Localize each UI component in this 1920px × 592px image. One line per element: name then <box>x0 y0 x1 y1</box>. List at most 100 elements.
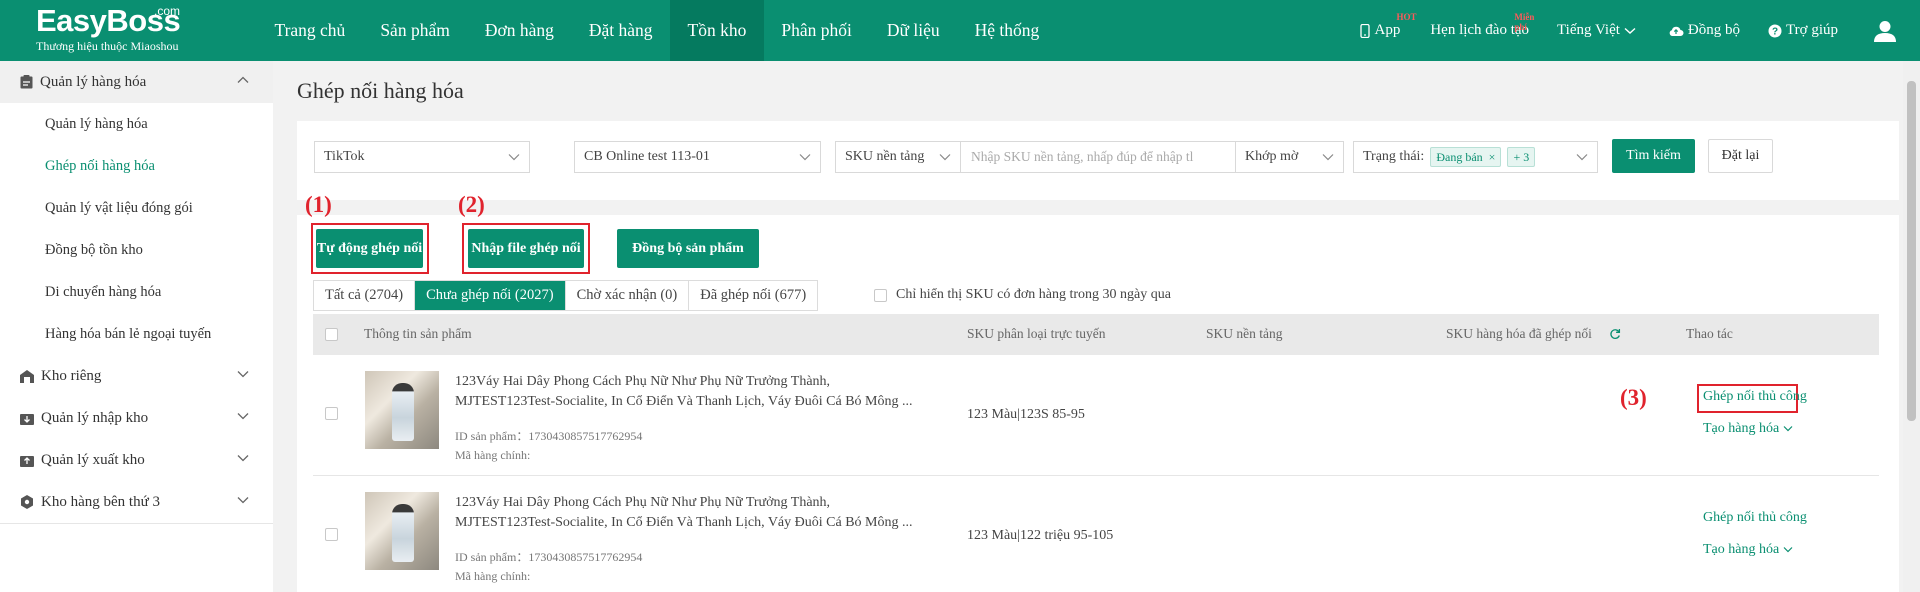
nav-purchase[interactable]: Đặt hàng <box>571 0 670 61</box>
create-goods-dropdown[interactable]: Tạo hàng hóa <box>1703 542 1793 558</box>
sidebar-divider <box>0 523 273 524</box>
sidebar-group-outbound[interactable]: Quản lý xuất kho <box>0 439 273 481</box>
status-tag[interactable]: Đang bán × <box>1430 146 1502 167</box>
only-sku-checkbox[interactable]: Chỉ hiển thị SKU có đơn hàng trong 30 ng… <box>874 287 1171 303</box>
chevron-down-icon <box>1783 547 1793 553</box>
product-name-line2: MJTEST123Test-Socialite, In Cổ Điển Và T… <box>455 515 913 530</box>
sidebar-item-offline-retail[interactable]: Hàng hóa bán lẻ ngoại tuyến <box>0 313 273 355</box>
import-file-button[interactable]: Nhập file ghép nối <box>468 229 584 268</box>
close-icon[interactable]: × <box>1489 150 1496 164</box>
row-checkbox[interactable] <box>325 528 338 541</box>
inbound-icon <box>20 413 34 425</box>
create-goods-label: Tạo hàng hóa <box>1703 421 1780 436</box>
logo[interactable]: EasyBoss .com Thương hiệu thuộc Miaoshou <box>36 4 181 54</box>
product-name[interactable]: 123Váy Hai Dây Phong Cách Phụ Nữ Như Phụ… <box>455 372 925 412</box>
svg-text:?: ? <box>1772 26 1778 37</box>
question-icon: ? <box>1768 24 1782 37</box>
sku-type-value: SKU nền tảng <box>845 149 925 164</box>
warehouse-icon <box>20 369 34 383</box>
third-party-icon <box>21 495 33 509</box>
status-tabs: Tất cả (2704) Chưa ghép nối (2027) Chờ x… <box>313 280 819 311</box>
chevron-down-icon <box>508 154 520 161</box>
reset-button[interactable]: Đặt lại <box>1708 139 1773 173</box>
product-name[interactable]: 123Váy Hai Dây Phong Cách Phụ Nữ Như Phụ… <box>455 493 925 533</box>
main-code: Mã hàng chính: <box>455 448 531 462</box>
chevron-down-icon <box>237 497 249 504</box>
header-online-sku: SKU phân loại trực tuyến <box>967 326 1106 341</box>
training-link[interactable]: Hẹn lịch đào tạo Miễn phí <box>1430 12 1534 39</box>
store-select[interactable]: CB Online test 113-01 <box>574 141 821 173</box>
nav-right: App HOT Hẹn lịch đào tạo Miễn phí Tiếng … <box>1360 0 1920 61</box>
sidebar-item-goods-management[interactable]: Quản lý hàng hóa <box>0 103 273 145</box>
sidebar-group-inbound[interactable]: Quản lý nhập kho <box>0 397 273 439</box>
table-row: 123Váy Hai Dây Phong Cách Phụ Nữ Như Phụ… <box>313 476 1879 592</box>
top-navigation-bar: EasyBoss .com Thương hiệu thuộc Miaoshou… <box>0 0 1920 61</box>
match-mode-value: Khớp mờ <box>1245 149 1299 164</box>
chevron-down-icon <box>1576 154 1588 161</box>
manual-match-link[interactable]: Ghép nối thủ công <box>1703 389 1807 405</box>
language-select[interactable]: Tiếng Việt <box>1557 22 1640 39</box>
tab-unmatched[interactable]: Chưa ghép nối (2027) <box>415 281 566 310</box>
nav-home[interactable]: Trang chủ <box>257 0 363 61</box>
app-link[interactable]: App HOT <box>1360 12 1417 39</box>
product-thumbnail[interactable] <box>365 371 439 449</box>
online-sku-value: 123 Màu|122 triệu 95-105 <box>967 528 1114 543</box>
platform-select[interactable]: TikTok <box>314 141 530 173</box>
logo-com: .com <box>154 4 181 18</box>
nav-inventory[interactable]: Tồn kho <box>670 0 764 61</box>
header-matched-sku: SKU hàng hóa đã ghép nối <box>1446 326 1592 341</box>
product-thumbnail[interactable] <box>365 492 439 570</box>
tab-pending[interactable]: Chờ xác nhận (0) <box>565 281 690 310</box>
table-header: Thông tin sản phẩm SKU phân loại trực tu… <box>313 314 1879 355</box>
nav-system[interactable]: Hệ thống <box>957 0 1057 61</box>
sidebar-group-private-warehouse[interactable]: Kho riêng <box>0 355 273 397</box>
product-id: ID sản phẩm：1730430857517762954 <box>455 550 643 564</box>
cloud-sync-icon <box>1669 26 1684 36</box>
auto-match-button[interactable]: Tự động ghép nối <box>316 229 423 268</box>
status-more-tag: + 3 <box>1507 146 1536 167</box>
scrollbar-thumb[interactable] <box>1907 81 1916 421</box>
create-goods-dropdown[interactable]: Tạo hàng hóa <box>1703 421 1793 437</box>
hot-badge: HOT <box>1396 12 1417 22</box>
sidebar-item-stock-sync[interactable]: Đồng bộ tồn kho <box>0 229 273 271</box>
select-all-checkbox[interactable] <box>325 328 338 341</box>
sync-link[interactable]: Đồng bộ <box>1668 22 1740 39</box>
product-name-line1: 123Váy Hai Dây Phong Cách Phụ Nữ Như Phụ… <box>455 495 831 510</box>
language-label: Tiếng Việt <box>1557 22 1620 38</box>
sku-search-input[interactable]: Nhập SKU nền tảng, nhấp đúp để nhập tl <box>961 141 1235 173</box>
match-mode-select[interactable]: Khớp mờ <box>1235 141 1344 173</box>
platform-value: TikTok <box>324 149 365 164</box>
tab-all[interactable]: Tất cả (2704) <box>314 281 416 310</box>
nav-orders[interactable]: Đơn hàng <box>467 0 571 61</box>
refresh-icon[interactable] <box>1609 328 1621 340</box>
status-tag-text: Đang bán <box>1436 149 1483 164</box>
sku-type-select[interactable]: SKU nền tảng <box>835 141 961 173</box>
tab-matched[interactable]: Đã ghép nối (677) <box>689 281 818 310</box>
chevron-down-icon <box>237 455 249 462</box>
sidebar-item-goods-transfer[interactable]: Di chuyển hàng hóa <box>0 271 273 313</box>
sidebar-item-packaging[interactable]: Quản lý vật liệu đóng gói <box>0 187 273 229</box>
product-name-line2: MJTEST123Test-Socialite, In Cổ Điển Và T… <box>455 394 913 409</box>
help-link[interactable]: ? Trợ giúp <box>1768 22 1838 39</box>
sidebar: Quản lý hàng hóa Quản lý hàng hóa Ghép n… <box>0 61 273 592</box>
sidebar-group-third-party[interactable]: Kho hàng bên thứ 3 <box>0 481 273 523</box>
nav-distribution[interactable]: Phân phối <box>764 0 870 61</box>
chevron-down-icon <box>1624 27 1636 34</box>
page-scrollbar[interactable] <box>1903 61 1920 592</box>
manual-match-link[interactable]: Ghép nối thủ công <box>1703 510 1807 526</box>
nav-data[interactable]: Dữ liệu <box>869 0 957 61</box>
search-button[interactable]: Tìm kiếm <box>1612 139 1695 173</box>
sidebar-group-goods-management[interactable]: Quản lý hàng hóa <box>0 61 273 103</box>
page-title: Ghép nối hàng hóa <box>297 78 464 103</box>
table-row: 123Váy Hai Dây Phong Cách Phụ Nữ Như Phụ… <box>313 355 1879 476</box>
sidebar-group-label: Quản lý hàng hóa <box>40 73 147 90</box>
sync-products-button[interactable]: Đồng bộ sản phẩm <box>617 229 759 268</box>
status-select[interactable]: Trạng thái: Đang bán × + 3 <box>1353 141 1598 173</box>
user-avatar-icon[interactable] <box>1874 20 1896 42</box>
nav-products[interactable]: Sản phẩm <box>363 0 468 61</box>
store-value: CB Online test 113-01 <box>584 149 710 164</box>
checkbox[interactable] <box>874 288 887 302</box>
sidebar-group-label: Quản lý nhập kho <box>41 409 149 426</box>
row-checkbox[interactable] <box>325 407 338 420</box>
sidebar-item-goods-matching[interactable]: Ghép nối hàng hóa <box>0 145 273 187</box>
